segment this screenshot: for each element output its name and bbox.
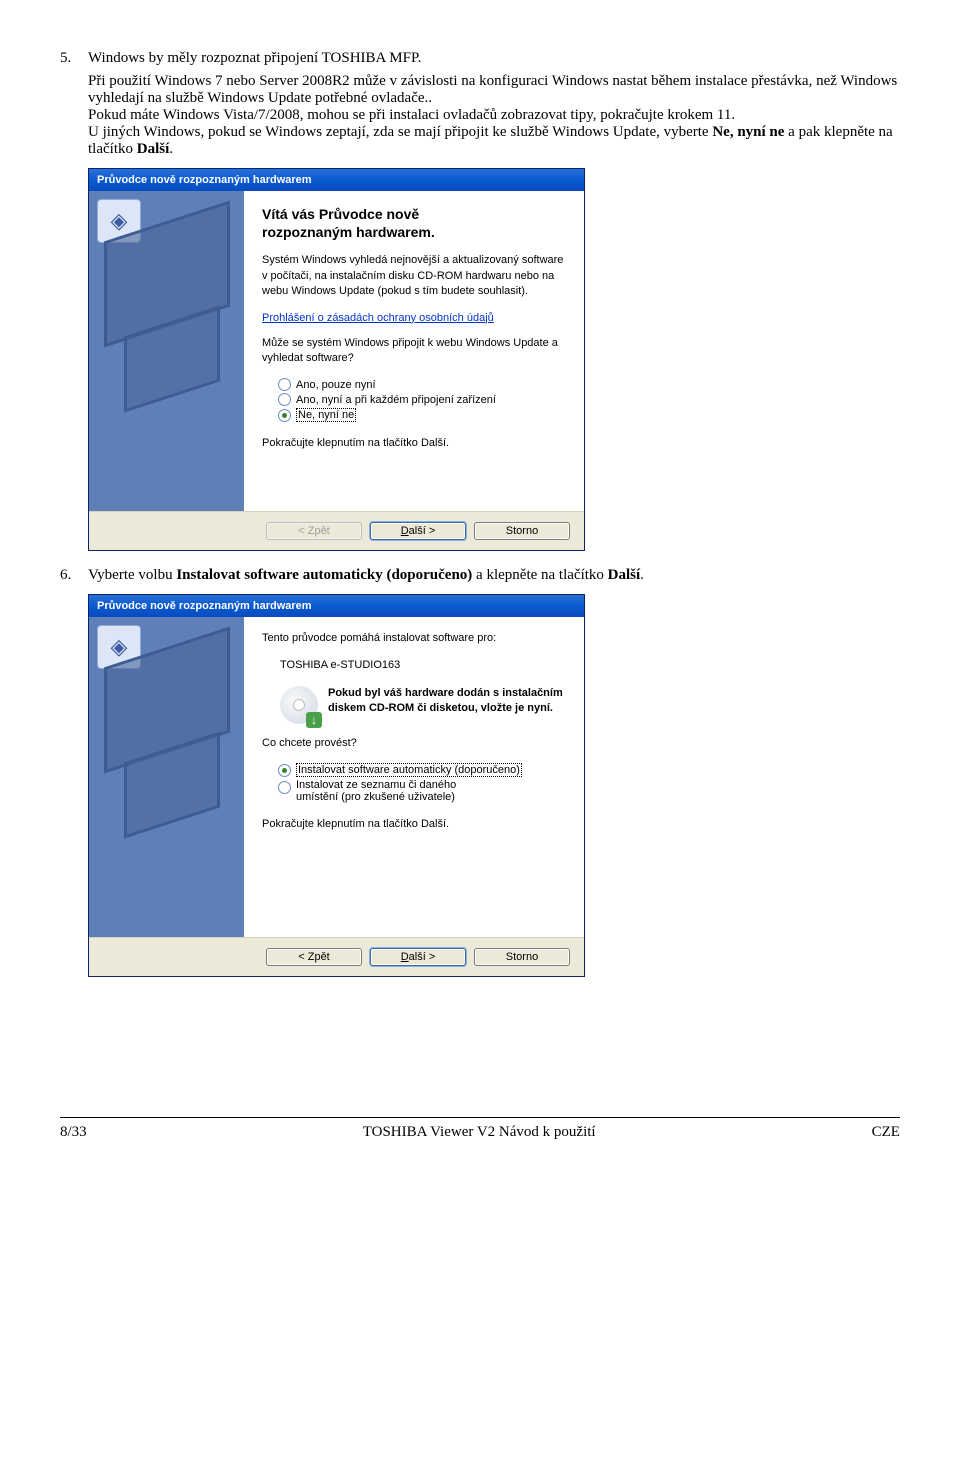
text: U jiných Windows, pokud se Windows zepta… <box>88 124 712 140</box>
text: . <box>169 141 173 157</box>
radio-option-no[interactable]: Ne, nyní ne <box>278 408 566 422</box>
cancel-button[interactable]: Storno <box>474 522 570 540</box>
step-number-5: 5. <box>60 50 88 67</box>
dialog-button-row: < Zpět Další > Storno <box>89 937 584 976</box>
cancel-button[interactable]: Storno <box>474 948 570 966</box>
privacy-link[interactable]: Prohlášení o zásadách ochrany osobních ú… <box>262 312 494 324</box>
dialog-1: Průvodce nově rozpoznaným hardwarem ◈ Ví… <box>88 168 585 551</box>
footer-title: TOSHIBA Viewer V2 Návod k použití <box>363 1124 596 1141</box>
text-bold: Další <box>137 141 170 157</box>
text-bold: Ne, nyní ne <box>712 124 784 140</box>
footer-page: 8/33 <box>60 1124 87 1141</box>
next-button[interactable]: Další > <box>370 948 466 966</box>
radio-icon <box>278 393 291 406</box>
radio-option-auto[interactable]: Instalovat software automaticky (doporuč… <box>278 763 566 777</box>
step-number-6: 6. <box>60 567 88 584</box>
step5-paragraph: Při použití Windows 7 nebo Server 2008R2… <box>88 73 900 158</box>
radio-icon <box>278 781 291 794</box>
radio-option-list[interactable]: Instalovat ze seznamu či daného umístění… <box>278 779 566 803</box>
radio-icon <box>278 409 291 422</box>
device-name: TOSHIBA e-STUDIO163 <box>280 658 566 673</box>
text: Při použití Windows 7 nebo Server 2008R2… <box>88 73 897 106</box>
dialog-title: Průvodce nově rozpoznaným hardwarem <box>89 169 584 191</box>
footer-lang: CZE <box>872 1124 900 1141</box>
text: Pokud máte Windows Vista/7/2008, mohou s… <box>88 107 735 123</box>
dialog-body-text: Tento průvodce pomáhá instalovat softwar… <box>262 631 566 646</box>
back-button[interactable]: < Zpět <box>266 948 362 966</box>
question-text: Co chcete provést? <box>262 736 566 751</box>
radio-label: Instalovat ze seznamu či daného umístění… <box>296 779 456 803</box>
dialog-title: Průvodce nově rozpoznaným hardwarem <box>89 595 584 617</box>
step-text-5: Windows by měly rozpoznat připojení TOSH… <box>88 50 900 67</box>
radio-label: Ano, pouze nyní <box>296 379 376 391</box>
insert-disk-text: Pokud byl váš hardware dodán s instalačn… <box>328 686 563 717</box>
step-text-6: Vyberte volbu Instalovat software automa… <box>88 567 900 584</box>
radio-icon <box>278 378 291 391</box>
radio-icon <box>278 764 291 777</box>
radio-label: Ano, nyní a při každém připojení zařízen… <box>296 394 496 406</box>
back-button: < Zpět <box>266 522 362 540</box>
dialog-2: Průvodce nově rozpoznaným hardwarem ◈ Te… <box>88 594 585 977</box>
continue-text: Pokračujte klepnutím na tlačítko Další. <box>262 817 566 832</box>
dialog-left-graphic: ◈ <box>89 191 244 511</box>
radio-label: Instalovat software automaticky (doporuč… <box>296 763 522 777</box>
continue-text: Pokračujte klepnutím na tlačítko Další. <box>262 436 566 451</box>
radio-label: Ne, nyní ne <box>296 408 356 422</box>
radio-option-yes-always[interactable]: Ano, nyní a při každém připojení zařízen… <box>278 393 566 406</box>
dialog-left-graphic: ◈ <box>89 617 244 937</box>
page-footer: 8/33 TOSHIBA Viewer V2 Návod k použití C… <box>60 1117 900 1141</box>
dialog-question: Může se systém Windows připojit k webu W… <box>262 336 566 367</box>
cd-icon: ↓ <box>280 686 318 724</box>
dialog-body-text: Systém Windows vyhledá nejnovější a aktu… <box>262 253 566 299</box>
dialog-button-row: < Zpět Další > Storno <box>89 511 584 550</box>
arrow-icon: ↓ <box>306 712 322 728</box>
next-button[interactable]: Další > <box>370 522 466 540</box>
radio-option-yes-now[interactable]: Ano, pouze nyní <box>278 378 566 391</box>
dialog-heading: Vítá vás Průvodce nově rozpoznaným hardw… <box>262 205 566 241</box>
